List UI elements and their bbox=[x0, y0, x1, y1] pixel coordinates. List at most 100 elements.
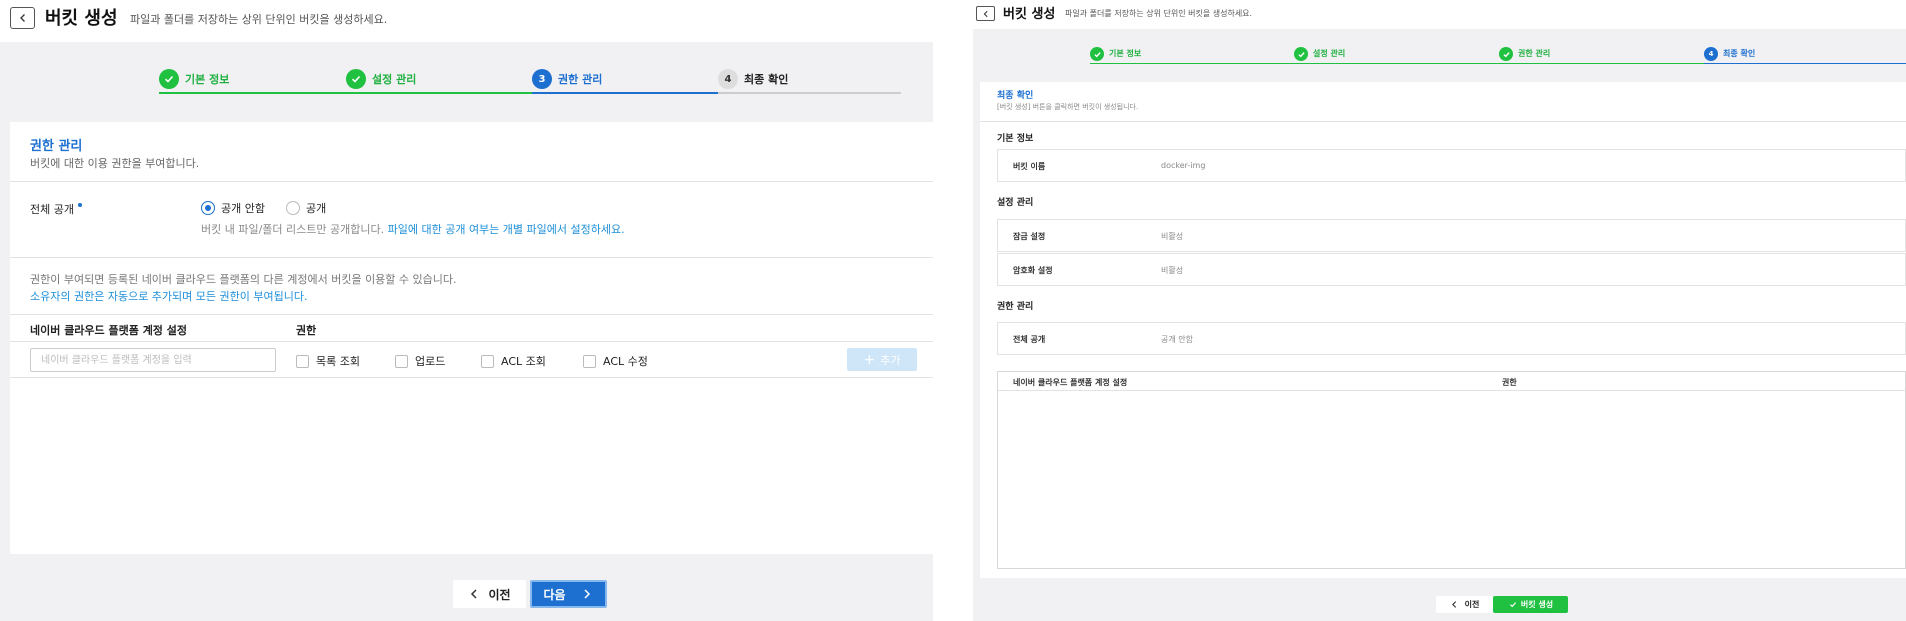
radio-dot bbox=[286, 201, 300, 215]
account-input[interactable] bbox=[30, 348, 276, 372]
checkbox-upload[interactable]: 업로드 bbox=[395, 353, 445, 369]
hint-link[interactable]: 파일에 대한 공개 여부는 개별 파일에서 설정하세요. bbox=[388, 223, 625, 236]
checkbox-box bbox=[481, 354, 494, 368]
left-panel: 버킷 생성 파일과 폴더를 저장하는 상위 단위인 버킷을 생성하세요. 기본 … bbox=[0, 0, 933, 621]
final-check-card: 최종 확인 [버킷 생성] 버튼을 클릭하면 버킷이 생성됩니다. 기본 정보 … bbox=[980, 82, 1906, 578]
step-progress-bar bbox=[159, 92, 346, 94]
section-title: 최종 확인 bbox=[997, 91, 1034, 101]
table-header: 네이버 클라우드 플랫폼 계정 설정 권한 bbox=[998, 372, 1905, 391]
divider bbox=[10, 341, 933, 342]
radio-public[interactable]: 공개 bbox=[286, 200, 326, 216]
public-access-label: 전체 공개 bbox=[30, 201, 82, 217]
summary-row-public: 전체 공개 공개 안함 bbox=[997, 322, 1906, 355]
divider bbox=[980, 121, 1906, 122]
prev-button[interactable]: 이전 bbox=[453, 580, 526, 608]
check-icon bbox=[1090, 47, 1104, 61]
group-title-permissions: 권한 관리 bbox=[997, 302, 1034, 312]
row-value: 비활성 bbox=[1161, 232, 1184, 241]
step-label: 설정 관리 bbox=[372, 73, 417, 86]
section-description: 버킷에 대한 이용 권한을 부여합니다. bbox=[30, 157, 200, 170]
section-description: [버킷 생성] 버튼을 클릭하면 버킷이 생성됩니다. bbox=[997, 103, 1139, 111]
check-icon bbox=[1509, 602, 1516, 608]
radio-label: 공개 bbox=[306, 202, 327, 215]
checkbox-acl-read[interactable]: ACL 조회 bbox=[481, 353, 546, 369]
check-icon bbox=[346, 69, 366, 89]
step-label: 최종 확인 bbox=[744, 73, 789, 86]
checkbox-box bbox=[583, 354, 596, 368]
step-label: 설정 관리 bbox=[1313, 49, 1346, 58]
row-value: 공개 안함 bbox=[1161, 335, 1193, 344]
stepper: 기본 정보 설정 관리 권한 관리 4 최종 확인 bbox=[1090, 46, 1906, 66]
step-progress-bar bbox=[532, 92, 718, 94]
step-progress-bar bbox=[1704, 63, 1906, 64]
step-progress-bar bbox=[1294, 63, 1499, 64]
back-button[interactable] bbox=[976, 6, 995, 21]
prev-button[interactable]: 이전 bbox=[1436, 596, 1493, 613]
page-subtitle: 파일과 폴더를 저장하는 상위 단위인 버킷을 생성하세요. bbox=[130, 13, 388, 26]
radio-label: 공개 안함 bbox=[221, 202, 265, 215]
step-label: 권한 관리 bbox=[1518, 49, 1551, 58]
step-label: 최종 확인 bbox=[1723, 49, 1756, 58]
page-header: 버킷 생성 파일과 폴더를 저장하는 상위 단위인 버킷을 생성하세요. bbox=[0, 0, 933, 42]
plus-icon: + bbox=[863, 351, 876, 368]
row-label: 전체 공개 bbox=[1013, 335, 1046, 344]
page-title: 버킷 생성 bbox=[45, 8, 118, 29]
permission-card: 권한 관리 버킷에 대한 이용 권한을 부여합니다. 전체 공개 공개 안함 공… bbox=[10, 122, 933, 554]
column-header-permission: 권한 bbox=[1502, 378, 1517, 387]
right-panel: 버킷 생성 파일과 폴더를 저장하는 상위 단위인 버킷을 생성하세요. 기본 … bbox=[973, 0, 1906, 621]
row-value: 비활성 bbox=[1161, 266, 1184, 275]
divider bbox=[10, 377, 933, 378]
radio-dot bbox=[201, 201, 215, 215]
radio-private[interactable]: 공개 안함 bbox=[201, 200, 265, 216]
step-label: 기본 정보 bbox=[1109, 49, 1142, 58]
row-label: 잠금 설정 bbox=[1013, 232, 1046, 241]
summary-row-encryption: 암호화 설정 비활성 bbox=[997, 253, 1906, 286]
divider bbox=[10, 257, 933, 258]
chevron-left-icon bbox=[983, 10, 988, 17]
summary-row-bucket-name: 버킷 이름 docker-img bbox=[997, 149, 1906, 182]
row-value: docker-img bbox=[1161, 161, 1206, 170]
checkbox-box bbox=[296, 354, 309, 368]
check-icon bbox=[159, 69, 179, 89]
checkbox-box bbox=[395, 354, 408, 368]
row-label: 암호화 설정 bbox=[1013, 266, 1053, 275]
checkbox-acl-edit[interactable]: ACL 수정 bbox=[583, 353, 648, 369]
group-title-settings: 설정 관리 bbox=[997, 198, 1034, 208]
step-progress-bar bbox=[1499, 63, 1704, 64]
add-button[interactable]: + 추가 bbox=[847, 348, 917, 371]
group-title-basic: 기본 정보 bbox=[997, 134, 1034, 144]
divider bbox=[10, 314, 933, 315]
checkbox-list[interactable]: 목록 조회 bbox=[296, 353, 360, 369]
required-indicator bbox=[77, 203, 82, 207]
chevron-left-icon bbox=[19, 14, 25, 22]
summary-row-lock: 잠금 설정 비활성 bbox=[997, 219, 1906, 252]
back-button[interactable] bbox=[10, 7, 35, 29]
create-bucket-button[interactable]: 버킷 생성 bbox=[1493, 596, 1568, 613]
chevron-right-icon bbox=[584, 589, 590, 599]
check-icon bbox=[1294, 47, 1308, 61]
owner-info-text: 소유자의 권한은 자동으로 추가되며 모든 권한이 부여됩니다. bbox=[30, 290, 308, 303]
info-text: 권한이 부여되면 등록된 네이버 클라우드 플랫폼의 다른 계정에서 버킷을 이… bbox=[30, 273, 457, 286]
step-number: 4 bbox=[718, 69, 738, 89]
step-label: 권한 관리 bbox=[558, 73, 603, 86]
permission-summary-table: 네이버 클라우드 플랫폼 계정 설정 권한 bbox=[997, 371, 1906, 569]
page-subtitle: 파일과 폴더를 저장하는 상위 단위인 버킷을 생성하세요. bbox=[1065, 9, 1253, 18]
divider bbox=[10, 181, 933, 182]
column-header-account: 네이버 클라우드 플랫폼 계정 설정 bbox=[30, 324, 187, 337]
step-progress-bar bbox=[346, 92, 532, 94]
step-number: 3 bbox=[532, 69, 552, 89]
check-icon bbox=[1499, 47, 1513, 61]
column-header-permission: 권한 bbox=[296, 324, 317, 337]
chevron-left-icon bbox=[471, 589, 477, 599]
chevron-left-icon bbox=[1451, 601, 1456, 608]
step-number: 4 bbox=[1704, 47, 1718, 61]
public-access-hint: 버킷 내 파일/폴더 리스트만 공개합니다. 파일에 대한 공개 여부는 개별 … bbox=[201, 223, 625, 236]
page-header: 버킷 생성 파일과 폴더를 저장하는 상위 단위인 버킷을 생성하세요. bbox=[973, 0, 1906, 29]
step-label: 기본 정보 bbox=[185, 73, 230, 86]
page-title: 버킷 생성 bbox=[1003, 7, 1056, 22]
step-progress-bar bbox=[1090, 63, 1294, 64]
step-progress-bar bbox=[718, 92, 901, 94]
row-label: 버킷 이름 bbox=[1013, 162, 1046, 171]
stepper: 기본 정보 설정 관리 3 권한 관리 4 최종 확인 bbox=[159, 66, 901, 96]
next-button[interactable]: 다음 bbox=[530, 580, 607, 608]
